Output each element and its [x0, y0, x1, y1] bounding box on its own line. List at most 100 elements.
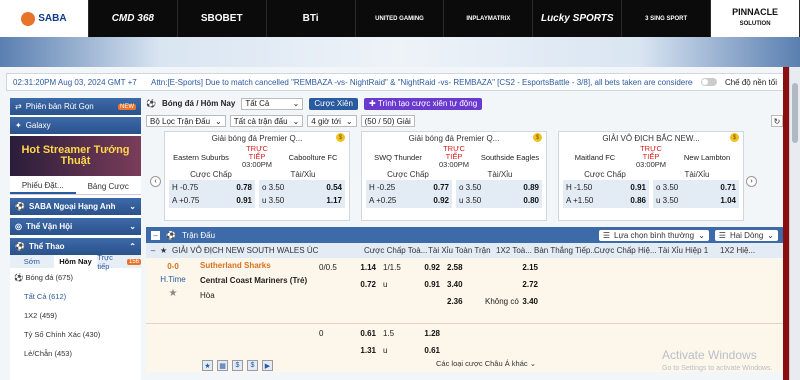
sidebar-item-odd-even[interactable]: Lẻ/Chẵn (453): [10, 344, 141, 363]
featured-match-card[interactable]: Giải bóng đá Premier Q... $ SWQ Thunder TR…: [361, 131, 547, 221]
sidebar-section-saba-epl[interactable]: ⚽ SABA Ngoại Hạng Anh ⌄: [10, 198, 141, 215]
chevron-down-icon: ⌄: [129, 202, 136, 211]
matches-title: Trận Đấu: [181, 230, 216, 240]
stats-icon[interactable]: ▦: [217, 360, 228, 371]
league-filter-button[interactable]: (50 / 50) Giải: [360, 115, 415, 127]
sidebar-item-1x2[interactable]: 1X2 (459): [10, 306, 141, 325]
collapse-icon[interactable]: –: [151, 230, 160, 240]
time-range-select[interactable]: 4 giờ tới ⌄: [307, 115, 357, 127]
odds-cell[interactable]: o 3.50 0.89: [459, 181, 539, 194]
betslip-tabs: Phiếu Đặt... Bảng Cược: [10, 178, 141, 195]
odds-cell[interactable]: 2.72: [485, 278, 542, 290]
cash-icon[interactable]: $: [247, 360, 258, 371]
sidebar-item-soccer[interactable]: ⚽ Bóng đá (675): [10, 268, 141, 287]
refresh-icon[interactable]: ↻: [771, 115, 783, 127]
collapse-league-icon[interactable]: –: [146, 246, 160, 255]
odds-cell[interactable]: H -1.50 0.91: [566, 181, 646, 194]
sports-icon: ⚽: [15, 242, 25, 251]
col-header: 1X2 Toà...: [496, 246, 532, 255]
activate-windows-watermark: Activate Windows Go to Settings to activa…: [662, 348, 773, 373]
hero-banner: [0, 37, 800, 67]
bti-logo[interactable]: BTi: [267, 0, 356, 37]
pinnacle-logo[interactable]: PINNACLE SOLUTION: [711, 0, 800, 37]
info-bar: 02:31:20PM Aug 03, 2024 GMT +7 Attn:[E-S…: [6, 73, 784, 91]
odds-cell[interactable]: A +0.75 0.91: [172, 194, 252, 207]
featured-match-card[interactable]: GIẢI VÔ ĐỊCH BẮC NEW... $ Maitland FC TRỰC…: [558, 131, 744, 221]
galaxy-button[interactable]: ✦ Galaxy: [10, 117, 141, 134]
dark-mode-toggle[interactable]: [700, 78, 717, 86]
parlay-button[interactable]: Cược Xiên: [309, 97, 358, 110]
odds-cell[interactable]: 3.40: [447, 278, 482, 290]
match-filter-select[interactable]: Bộ Lọc Trận Đấu ⌄: [146, 115, 226, 127]
draw-label: Hòa: [200, 291, 215, 300]
odds-cell[interactable]: 0 0.61: [319, 327, 380, 339]
away-team: New Lambton: [683, 152, 731, 162]
odds-cell[interactable]: A +1.50 0.86: [566, 194, 646, 207]
odds-cell[interactable]: 0.72: [319, 278, 380, 290]
tab-bet-list[interactable]: Bảng Cược: [76, 178, 142, 194]
featured-match-card[interactable]: Giải bóng đá Premier Q... $ Eastern Subur…: [164, 131, 350, 221]
coin-icon[interactable]: $: [232, 360, 243, 371]
united-gaming-logo[interactable]: UNITED GAMING: [356, 0, 445, 37]
scrollbar-thumb[interactable]: [792, 83, 798, 143]
odds-cell[interactable]: 1/1.5 0.92: [383, 261, 444, 273]
market-select[interactable]: Tất Cả ⌄: [241, 97, 304, 110]
odds-cell[interactable]: H -0.75 0.78: [172, 181, 252, 194]
cmd368-logo[interactable]: CMD 368: [89, 0, 178, 37]
home-team: SWQ Thunder: [374, 152, 422, 162]
odds-cell[interactable]: 0/0.5 1.14: [319, 261, 380, 273]
odds-cell[interactable]: 1.5 1.28: [383, 327, 444, 339]
odds-cell[interactable]: 2.36: [447, 295, 482, 307]
away-team: Southside Eagles: [480, 152, 540, 162]
sidebar-item-correct-score[interactable]: Tỷ Số Chính Xác (430): [10, 325, 141, 344]
inplaymatrix-logo[interactable]: INPLAYMATRIX: [444, 0, 534, 37]
odds-cell[interactable]: o 3.50 0.71: [656, 181, 736, 194]
sbobet-logo[interactable]: SBOBET: [178, 0, 267, 37]
match-score: 0-0: [167, 262, 179, 271]
more-asian-markets[interactable]: Các loại cược Châu Á khác ⌄: [436, 359, 536, 368]
sidebar-section-olympics[interactable]: ◎ Thể Vận Hội ⌄: [10, 218, 141, 235]
tab-betslip[interactable]: Phiếu Đặt...: [10, 178, 76, 194]
chevron-up-icon: ⌃: [129, 242, 136, 251]
odds-cell[interactable]: u 0.91: [383, 278, 444, 290]
sidebar-item-all[interactable]: Tất Cả (612): [10, 287, 141, 306]
swap-icon: ⇄: [15, 102, 22, 111]
saba-logo[interactable]: SABA: [0, 0, 89, 37]
odds-cell[interactable]: u 3.50 1.04: [656, 194, 736, 207]
tab-live[interactable]: Trực tiếp 156: [97, 253, 142, 271]
page-scrollbar[interactable]: [789, 67, 800, 380]
odds-cell[interactable]: A +0.25 0.92: [369, 194, 449, 207]
3sing-sport-logo[interactable]: 3 SING SPORT: [622, 0, 712, 37]
wand-icon: ✚: [368, 99, 376, 108]
tab-today[interactable]: Hôm Nay: [53, 255, 98, 268]
favorite-star-icon[interactable]: ★: [169, 288, 178, 299]
odds-cell[interactable]: u 3.50 0.80: [459, 194, 539, 207]
odds-cell[interactable]: 1.31: [319, 344, 380, 356]
odds-cell[interactable]: u 3.50 1.17: [262, 194, 342, 207]
sort-select[interactable]: ☰ Lựa chọn bình thường ⌄: [598, 229, 709, 241]
announcement-ticker[interactable]: Attn:[E-Sports] Due to match cancelled "…: [151, 78, 693, 87]
odds-cell[interactable]: Không có 3.40: [485, 295, 542, 307]
chevron-left-icon[interactable]: ‹: [150, 176, 161, 187]
chevron-right-icon[interactable]: ›: [746, 176, 757, 187]
col-header: Cược Chấp Hiệ...: [594, 246, 657, 255]
hot-streamer-promo[interactable]: Hot Streamer Tướng Thuật: [10, 136, 141, 176]
odds-cell[interactable]: H -0.25 0.77: [369, 181, 449, 194]
all-matches-select[interactable]: Tất cả trận đấu ⌄: [229, 115, 304, 127]
filter-bar: Bộ Lọc Trận Đấu ⌄ Tất cả trận đấu ⌄ 4 giờ …: [146, 113, 783, 129]
odds-cell[interactable]: o 3.50 0.54: [262, 181, 342, 194]
line-mode-select[interactable]: ☰ Hai Dòng ⌄: [714, 229, 778, 241]
odds-cell[interactable]: 2.15: [485, 261, 542, 273]
star-icon[interactable]: ★: [160, 246, 172, 255]
auto-parlay-button[interactable]: ✚ Trình tạo cược xiên tự động: [363, 97, 483, 110]
tab-early[interactable]: Sớm: [10, 255, 54, 268]
star-icon[interactable]: ★: [202, 360, 213, 371]
video-icon[interactable]: ▶: [262, 360, 273, 371]
live-status: TRỰC TIẾP 03:00PM: [241, 144, 273, 169]
col-header: Tài Xỉu Hiệp 1: [658, 246, 709, 255]
compact-version-button[interactable]: ⇄ Phiên bản Rút Gọn NEW: [10, 98, 141, 115]
odds-cell[interactable]: 2.58: [447, 261, 482, 273]
odds-cell[interactable]: u 0.61: [383, 344, 444, 356]
lucky-sports-logo[interactable]: Lucky SPORTS: [533, 0, 623, 37]
coin-icon: $: [730, 133, 739, 142]
